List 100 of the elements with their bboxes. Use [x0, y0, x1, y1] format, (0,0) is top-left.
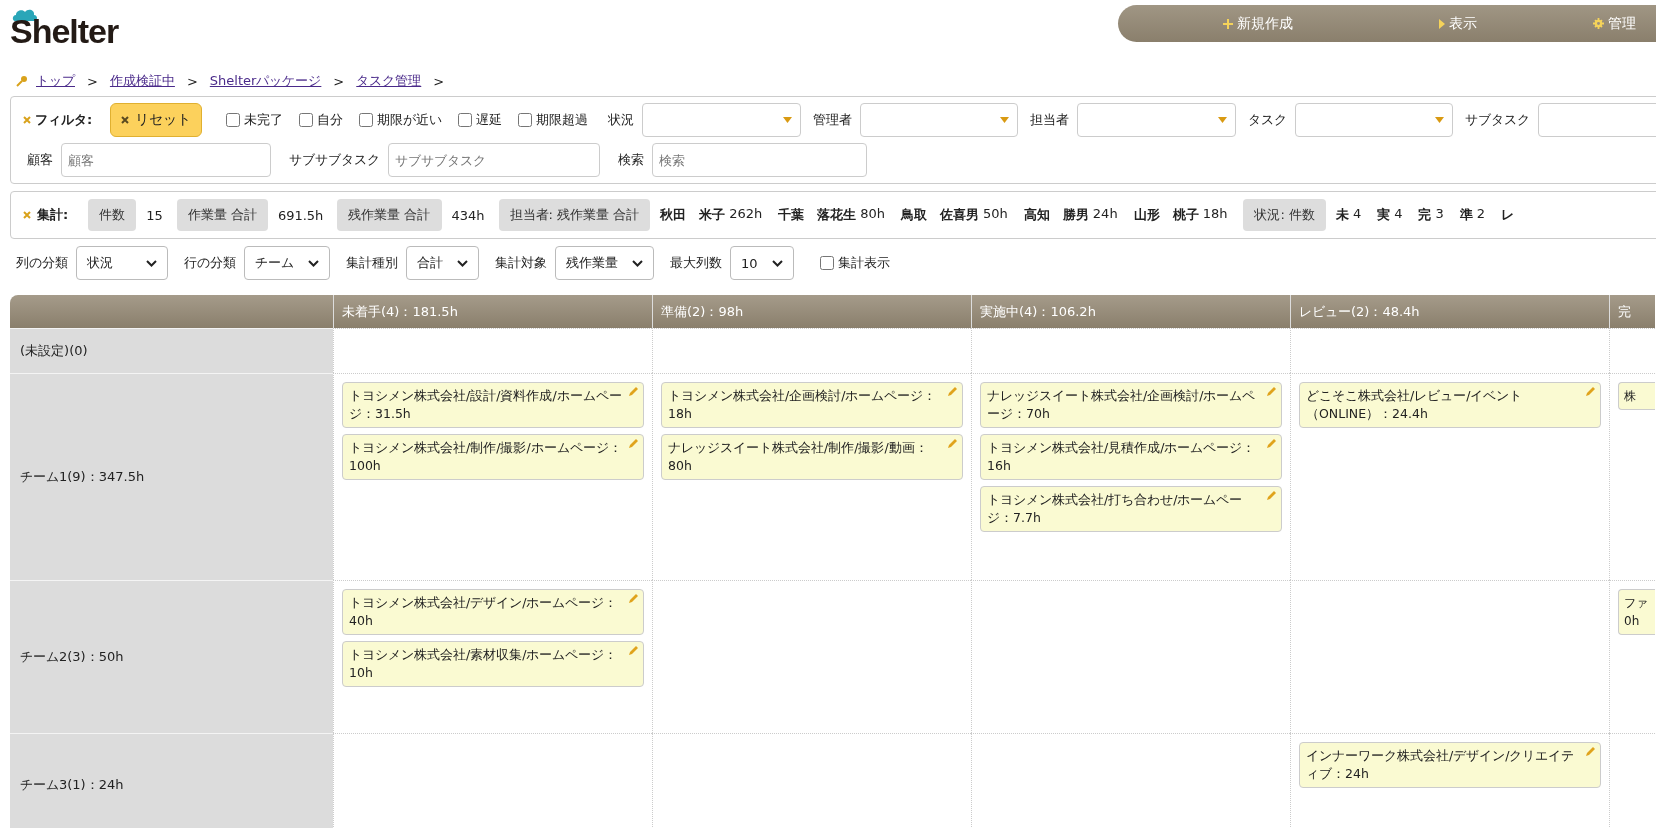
pencil-icon[interactable]: [1585, 386, 1596, 397]
cross-icon: [23, 116, 31, 124]
task-card[interactable]: トヨシメン株式会社/デザイン/ホームページ：40h: [342, 589, 644, 635]
input-field[interactable]: サブサブタスク: [388, 143, 600, 177]
summary-value: 15: [146, 207, 163, 223]
row-header: (未設定)(0): [10, 328, 333, 373]
breadcrumb-link[interactable]: Shelterパッケージ: [209, 72, 322, 90]
caret-icon: [1000, 117, 1010, 123]
checkbox[interactable]: [518, 113, 533, 127]
select-field[interactable]: 合計: [406, 246, 479, 280]
summary-value: 434h: [451, 207, 485, 223]
select-label: サブタスク: [1465, 111, 1531, 129]
pencil-icon[interactable]: [628, 645, 639, 656]
breadcrumb-separator: >: [87, 73, 98, 89]
pencil-icon[interactable]: [1266, 438, 1277, 449]
dropdown-field[interactable]: [859, 103, 1019, 137]
cross-icon: [121, 116, 130, 124]
checkbox-label: 未完了: [244, 111, 284, 129]
task-card[interactable]: トヨシメン株式会社/打ち合わせ/ホームページ：7.7h: [980, 486, 1282, 532]
select-label: 管理者: [812, 111, 852, 129]
input-field[interactable]: 顧客: [61, 143, 271, 177]
checkbox[interactable]: [359, 113, 374, 127]
cross-icon: [23, 211, 31, 219]
task-card[interactable]: インナーワーク株式会社/デザイン/クリエイティブ：24h: [1299, 742, 1601, 788]
option-label: 集計種別: [346, 254, 398, 272]
summary-name: 千葉 落花生: [778, 206, 857, 224]
summary-title: 集計:: [37, 206, 69, 224]
input-field[interactable]: 検索: [652, 143, 867, 177]
triangle-icon: [1439, 18, 1445, 29]
row-header: チーム1(9)：347.5h: [10, 373, 333, 580]
task-card[interactable]: ファ 0h: [1618, 589, 1655, 635]
breadcrumb-link[interactable]: 作成検証中: [109, 72, 175, 90]
pencil-icon[interactable]: [1585, 746, 1596, 757]
task-card[interactable]: どこそこ株式会社/レビュー/イベント（ONLINE）：24.4h: [1299, 382, 1601, 428]
summary-name: 秋田 米子: [660, 206, 726, 224]
task-card[interactable]: 株: [1618, 382, 1655, 410]
filter-label: フィルタ:: [35, 111, 93, 129]
reset-button[interactable]: リセット: [110, 103, 203, 137]
pencil-icon[interactable]: [628, 438, 639, 449]
summary-name: 実: [1377, 206, 1391, 224]
summary-value: 24h: [1092, 206, 1118, 223]
summary-value: 80h: [860, 206, 886, 223]
dropdown-field[interactable]: [1538, 103, 1656, 137]
dropdown-field[interactable]: [1077, 103, 1236, 137]
row-header: チーム2(3)：50h: [10, 580, 333, 733]
plus-icon: [1223, 18, 1233, 29]
summary-name: 準: [1459, 206, 1473, 224]
option-label: 列の分類: [16, 254, 68, 272]
pencil-icon[interactable]: [947, 438, 958, 449]
summary-name: レ: [1501, 206, 1515, 224]
checkbox[interactable]: [226, 113, 241, 127]
checkbox-label: 遅延: [476, 111, 503, 129]
chevron-icon: [146, 259, 157, 267]
task-card[interactable]: トヨシメン株式会社/設計/資料作成/ホームページ：31.5h: [342, 382, 644, 428]
logo-text[interactable]: Shelter: [10, 14, 119, 48]
dropdown-field[interactable]: [642, 103, 801, 137]
pencil-icon[interactable]: [628, 593, 639, 604]
select-field[interactable]: 状況: [76, 246, 168, 280]
field-label: 顧客: [27, 151, 53, 169]
select-field[interactable]: 残作業量: [555, 246, 654, 280]
summary-value: 18h: [1202, 206, 1228, 223]
summary-value: 3: [1435, 206, 1444, 223]
task-card[interactable]: ナレッジスイート株式会社/制作/撮影/動画：80h: [661, 434, 963, 480]
breadcrumb-separator: >: [433, 73, 445, 89]
task-card[interactable]: トヨシメン株式会社/見積作成/ホームページ：16h: [980, 434, 1282, 480]
checkbox[interactable]: [819, 256, 834, 270]
pencil-icon[interactable]: [628, 386, 639, 397]
dropdown-field[interactable]: [1294, 103, 1454, 137]
summary-value: 4: [1394, 206, 1403, 223]
pencil-icon[interactable]: [1266, 386, 1277, 397]
checkbox-label: 期限が近い: [377, 111, 443, 129]
summary-name: 鳥取 佐喜男: [901, 206, 980, 224]
column-header: 未着手(4)：181.5h: [333, 295, 652, 328]
checkbox[interactable]: [458, 113, 473, 127]
field-label: 検索: [618, 151, 644, 169]
checkbox-label: 自分: [317, 111, 344, 129]
select-label: タスク: [1247, 111, 1287, 129]
task-card[interactable]: トヨシメン株式会社/制作/撮影/ホームページ：100h: [342, 434, 644, 480]
task-card[interactable]: トヨシメン株式会社/企画検討/ホームページ：18h: [661, 382, 963, 428]
pencil-icon[interactable]: [947, 386, 958, 397]
summary-name: 山形 桃子: [1133, 206, 1199, 224]
task-card[interactable]: ナレッジスイート株式会社/企画検討/ホームページ：70h: [980, 382, 1282, 428]
caret-icon: [782, 117, 792, 123]
task-card[interactable]: トヨシメン株式会社/素材収集/ホームページ：10h: [342, 641, 644, 687]
select-field[interactable]: 10: [730, 246, 794, 280]
checkbox-label: 集計表示: [837, 254, 890, 272]
breadcrumb-link[interactable]: トップ: [36, 72, 75, 90]
summary-value: 262h: [729, 206, 763, 223]
summary-tag: 件数: [88, 199, 137, 231]
checkbox-label: 期限超過: [536, 111, 589, 129]
checkbox[interactable]: [299, 113, 314, 127]
chevron-icon: [632, 259, 643, 267]
summary-name: 未: [1335, 206, 1349, 224]
caret-icon: [1435, 117, 1445, 123]
select-field[interactable]: チーム: [244, 246, 330, 280]
summary-value: 691.5h: [277, 207, 324, 223]
pencil-icon[interactable]: [1266, 490, 1277, 501]
breadcrumb-separator: >: [333, 73, 345, 89]
row-header: チーム3(1)：24h: [10, 733, 333, 828]
breadcrumb-link[interactable]: タスク管理: [356, 72, 422, 90]
